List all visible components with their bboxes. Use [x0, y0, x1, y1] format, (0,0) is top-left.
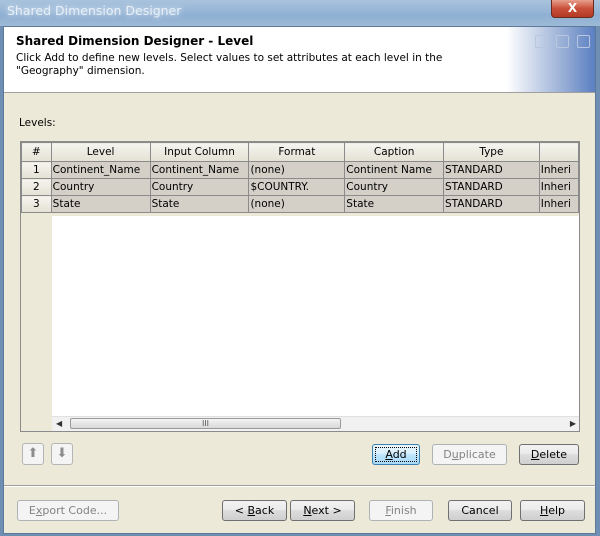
- cell-level[interactable]: State: [50, 195, 151, 213]
- column-header-extra[interactable]: [538, 142, 579, 162]
- back-button[interactable]: < Back: [222, 500, 287, 521]
- window-titlebar: Shared Dimension Designer X: [0, 0, 600, 26]
- cell-caption[interactable]: Country: [344, 178, 444, 196]
- cell-format[interactable]: $COUNTRY.: [248, 178, 346, 196]
- table-row[interactable]: 3 State State (none) State STANDARD Inhe…: [21, 195, 579, 213]
- cell-caption[interactable]: State: [344, 195, 444, 213]
- cell-input-column[interactable]: Continent_Name: [149, 161, 250, 179]
- levels-table[interactable]: # Level Input Column Format Caption Type…: [20, 141, 580, 432]
- window-title: Shared Dimension Designer: [7, 3, 182, 18]
- column-header-caption[interactable]: Caption: [344, 142, 444, 162]
- levels-grid: # Level Input Column Format Caption Type…: [21, 142, 579, 213]
- cell-format[interactable]: (none): [248, 161, 346, 179]
- row-number[interactable]: 3: [21, 195, 52, 213]
- cell-caption[interactable]: Continent Name: [344, 161, 444, 179]
- column-header-number[interactable]: #: [21, 142, 52, 162]
- move-down-button[interactable]: ⬇: [51, 443, 73, 465]
- table-empty-area: [52, 216, 579, 416]
- help-button[interactable]: Help: [520, 500, 585, 521]
- scroll-right-icon[interactable]: ▶: [570, 419, 576, 428]
- wizard-header: Shared Dimension Designer - Level Click …: [4, 27, 595, 93]
- arrow-down-icon: ⬇: [56, 446, 68, 461]
- dialog: Shared Dimension Designer - Level Click …: [3, 26, 596, 534]
- cell-extra[interactable]: Inheri: [538, 178, 579, 196]
- cell-level[interactable]: Continent_Name: [50, 161, 151, 179]
- footer-separator: [4, 485, 595, 487]
- delete-button[interactable]: Delete: [519, 444, 579, 465]
- column-header-level[interactable]: Level: [50, 142, 151, 162]
- scroll-left-icon[interactable]: ◀: [56, 419, 62, 428]
- cancel-button[interactable]: Cancel: [448, 500, 512, 521]
- close-icon: X: [567, 1, 578, 15]
- cell-input-column[interactable]: State: [149, 195, 250, 213]
- table-header-row: # Level Input Column Format Caption Type: [21, 142, 579, 162]
- column-header-type[interactable]: Type: [443, 142, 540, 162]
- column-header-input-column[interactable]: Input Column: [149, 142, 250, 162]
- decorative-square-icon: [556, 35, 569, 48]
- page-title: Shared Dimension Designer - Level: [16, 34, 254, 48]
- row-number[interactable]: 1: [21, 161, 52, 179]
- horizontal-scrollbar[interactable]: ◀ III ▶: [52, 416, 579, 431]
- duplicate-button[interactable]: Duplicate: [432, 444, 507, 465]
- scrollbar-thumb[interactable]: III: [70, 418, 341, 429]
- cell-input-column[interactable]: Country: [149, 178, 250, 196]
- cell-type[interactable]: STANDARD: [443, 178, 540, 196]
- export-code-button[interactable]: Export Code...: [17, 500, 119, 521]
- next-button[interactable]: Next >: [290, 500, 355, 521]
- decorative-square-icon: [535, 35, 548, 48]
- column-header-format[interactable]: Format: [248, 142, 346, 162]
- move-up-button[interactable]: ⬆: [22, 443, 44, 465]
- cell-format[interactable]: (none): [248, 195, 346, 213]
- table-row[interactable]: 2 Country Country $COUNTRY. Country STAN…: [21, 178, 579, 196]
- close-button[interactable]: X: [551, 0, 594, 18]
- table-row[interactable]: 1 Continent_Name Continent_Name (none) C…: [21, 161, 579, 179]
- cell-extra[interactable]: Inheri: [538, 195, 579, 213]
- cell-extra[interactable]: Inheri: [538, 161, 579, 179]
- finish-button[interactable]: Finish: [369, 500, 433, 521]
- cell-type[interactable]: STANDARD: [443, 161, 540, 179]
- grip-icon: III: [201, 419, 210, 428]
- page-description: Click Add to define new levels. Select v…: [16, 52, 443, 77]
- levels-label: Levels:: [19, 117, 56, 129]
- add-button[interactable]: Add: [372, 444, 420, 465]
- decorative-square-icon: [577, 35, 590, 48]
- cell-type[interactable]: STANDARD: [443, 195, 540, 213]
- arrow-up-icon: ⬆: [27, 446, 39, 461]
- cell-level[interactable]: Country: [50, 178, 151, 196]
- row-number[interactable]: 2: [21, 178, 52, 196]
